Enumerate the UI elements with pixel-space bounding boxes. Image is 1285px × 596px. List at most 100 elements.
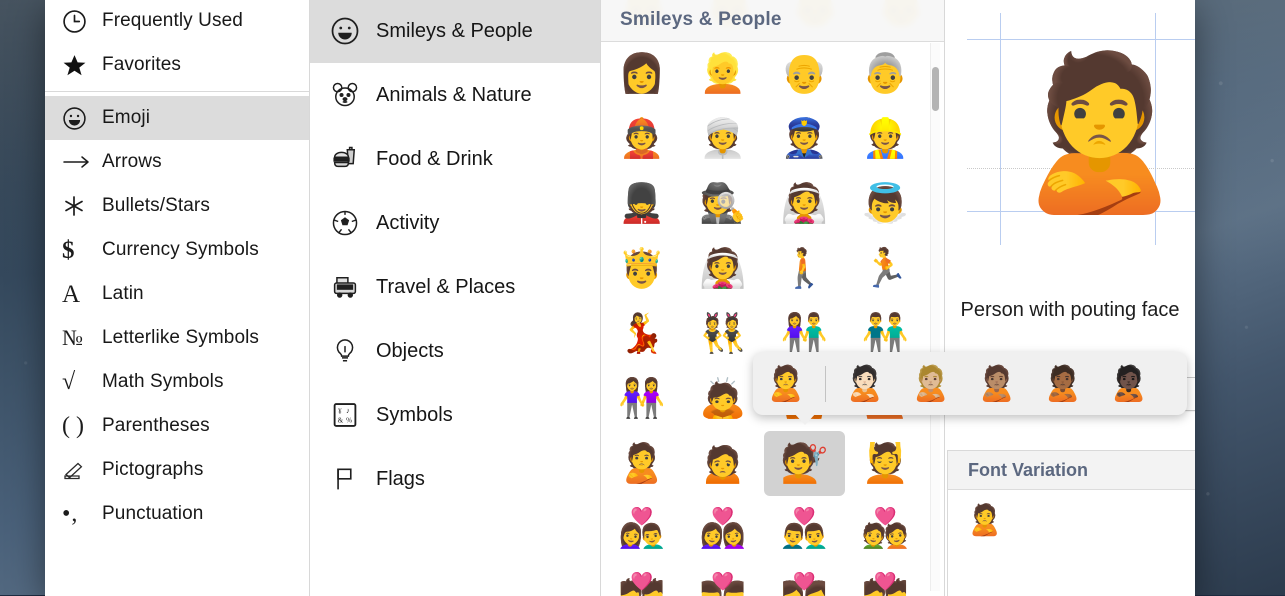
category-sidebar: Frequently Used Favorites Emoji Arrows B… — [45, 0, 310, 596]
emoji-cell[interactable]: 🙍 — [682, 431, 763, 496]
emoji-cell[interactable]: 👼 — [845, 171, 926, 236]
flag-icon — [330, 464, 376, 494]
numero-icon: № — [62, 325, 83, 350]
emoji-cell[interactable]: 👵 — [845, 41, 926, 106]
emoji-cell[interactable]: 👷 — [845, 106, 926, 171]
emoji-cell[interactable]: 👭 — [601, 366, 682, 431]
pictograph-icon — [62, 460, 102, 480]
soccer-ball-icon — [330, 208, 376, 238]
category-animals-and-nature[interactable]: Animals & Nature — [310, 63, 600, 127]
emoji-cell[interactable]: 💆 — [845, 431, 926, 496]
emoji-cell[interactable]: 🙇 — [682, 366, 763, 431]
emoji-cell[interactable]: 👨‍❤️‍💋‍👨 — [682, 561, 763, 596]
skin-tone-option-default[interactable]: 🙎 — [753, 352, 819, 415]
symbols-icon: ¥ ♪ & % — [330, 400, 376, 430]
category-symbols[interactable]: ¥ ♪ & % Symbols — [310, 383, 600, 447]
clock-icon — [62, 9, 102, 34]
emoji-cell[interactable]: 👯 — [682, 301, 763, 366]
emoji-cell[interactable]: 💃 — [601, 301, 682, 366]
emoji-cell[interactable]: 👮 — [764, 106, 845, 171]
emoji-cell[interactable]: 👴 — [764, 41, 845, 106]
svg-text:%: % — [346, 417, 352, 425]
emoji-cell[interactable]: 👩 — [601, 41, 682, 106]
font-variation-title: Font Variation — [968, 459, 1089, 480]
guide-line-horizontal-top — [967, 39, 1195, 40]
sidebar-item-label: Emoji — [102, 107, 151, 128]
category-flags[interactable]: Flags — [310, 447, 600, 511]
category-objects[interactable]: Objects — [310, 319, 600, 383]
sidebar-item-label: Bullets/Stars — [102, 195, 210, 216]
sidebar-item-punctuation[interactable]: •, Punctuation — [45, 492, 309, 536]
category-label: Flags — [376, 467, 425, 490]
category-label: Symbols — [376, 403, 453, 426]
popover-tail — [793, 412, 817, 425]
emoji-category-list: Smileys & People Animals & Nature Food &… — [310, 0, 601, 596]
emoji-cell[interactable]: 👰 — [764, 171, 845, 236]
sidebar-item-bullets-stars[interactable]: Bullets/Stars — [45, 184, 309, 228]
sidebar-item-latin[interactable]: A Latin — [45, 272, 309, 316]
emoji-cell[interactable]: 👩‍❤️‍💋‍👩 — [764, 561, 845, 596]
emoji-cell[interactable]: 👰 — [682, 236, 763, 301]
skin-tone-option-medium[interactable]: 🙎🏽 — [964, 352, 1030, 415]
dollar-icon: $ — [62, 236, 75, 264]
emoji-grid[interactable]: 👩👱👴👵👲👳👮👷💂🕵👰👼🤴👰🚶🏃💃👯👫👬👭🙇🙆🙋🙎🙍💇💆👩‍❤️‍👨👩‍❤️‍👩… — [601, 41, 926, 596]
emoji-grid-scroll-area[interactable]: 👶👶👶👶 👩👱👴👵👲👳👮👷💂🕵👰👼🤴👰🚶🏃💃👯👫👬👭🙇🙆🙋🙎🙍💇💆👩‍❤️‍👨👩… — [601, 0, 944, 596]
sidebar-item-label: Currency Symbols — [102, 239, 259, 260]
emoji-cell[interactable]: 👲 — [601, 106, 682, 171]
character-info-panel: 🙎 Person with pouting face Font Variatio… — [945, 0, 1195, 596]
emoji-cell[interactable]: 👱 — [682, 41, 763, 106]
emoji-cell[interactable]: 🙎 — [601, 431, 682, 496]
emoji-cell[interactable]: 💏 — [845, 561, 926, 596]
emoji-cell[interactable]: 🤴 — [601, 236, 682, 301]
sidebar-item-emoji[interactable]: Emoji — [45, 96, 309, 140]
glyph-name-label: Person with pouting face — [960, 299, 1180, 321]
sidebar-divider — [45, 91, 309, 92]
skin-tone-option-dark[interactable]: 🙎🏿 — [1096, 352, 1162, 415]
sidebar-item-math-symbols[interactable]: √ Math Symbols — [45, 360, 309, 404]
category-label: Activity — [376, 211, 440, 234]
asterisk-icon — [62, 194, 102, 218]
sidebar-item-arrows[interactable]: Arrows — [45, 140, 309, 184]
emoji-cell[interactable]: 💂 — [601, 171, 682, 236]
sidebar-item-label: Favorites — [102, 54, 182, 75]
car-icon — [330, 272, 376, 302]
smiley-icon — [330, 16, 376, 46]
sidebar-item-currency-symbols[interactable]: $ Currency Symbols — [45, 228, 309, 272]
emoji-cell[interactable]: 👨‍❤️‍👨 — [764, 496, 845, 561]
emoji-cell[interactable]: 💏 — [601, 561, 682, 596]
skin-tone-option-medium-light[interactable]: 🙎🏼 — [898, 352, 964, 415]
sidebar-item-label: Letterlike Symbols — [102, 327, 260, 348]
emoji-grid-scrollbar[interactable] — [930, 43, 940, 591]
sidebar-item-pictographs[interactable]: Pictographs — [45, 448, 309, 492]
skin-tone-popover[interactable]: 🙎 🙎🏻 🙎🏼 🙎🏽 🙎🏾 🙎🏿 — [753, 352, 1187, 425]
sidebar-item-label: Math Symbols — [102, 371, 224, 392]
font-variation-list[interactable]: 🙎 — [948, 490, 1195, 536]
emoji-cell[interactable]: 👳 — [682, 106, 763, 171]
sidebar-item-parentheses[interactable]: ( ) Parentheses — [45, 404, 309, 448]
category-food-and-drink[interactable]: Food & Drink — [310, 127, 600, 191]
emoji-cell[interactable]: 👩‍❤️‍👨 — [601, 496, 682, 561]
category-smileys-and-people[interactable]: Smileys & People — [310, 0, 600, 63]
emoji-cell[interactable]: 🏃 — [845, 236, 926, 301]
letter-a-icon: A — [62, 280, 81, 308]
sidebar-item-frequently-used[interactable]: Frequently Used — [45, 0, 309, 43]
skin-tone-option-light[interactable]: 🙎🏻 — [832, 352, 898, 415]
emoji-cell-selected[interactable]: 💇 — [763, 431, 845, 496]
emoji-cell[interactable]: 🚶 — [764, 236, 845, 301]
sidebar-item-letterlike-symbols[interactable]: № Letterlike Symbols — [45, 316, 309, 360]
emoji-cell[interactable]: 💑 — [845, 496, 926, 561]
sidebar-item-label: Parentheses — [102, 415, 210, 436]
category-label: Food & Drink — [376, 147, 493, 170]
sidebar-item-favorites[interactable]: Favorites — [45, 43, 309, 87]
category-label: Animals & Nature — [376, 83, 532, 106]
emoji-cell[interactable]: 👩‍❤️‍👩 — [682, 496, 763, 561]
category-travel-and-places[interactable]: Travel & Places — [310, 255, 600, 319]
parentheses-icon: ( ) — [62, 413, 84, 439]
category-activity[interactable]: Activity — [310, 191, 600, 255]
scrollbar-thumb[interactable] — [932, 67, 939, 111]
skin-tone-option-medium-dark[interactable]: 🙎🏾 — [1030, 352, 1096, 415]
font-variation-panel: Font Variation 🙎 — [947, 450, 1195, 596]
bear-icon — [330, 80, 376, 110]
font-variation-item[interactable]: 🙎 — [966, 506, 1195, 536]
emoji-cell[interactable]: 🕵 — [682, 171, 763, 236]
